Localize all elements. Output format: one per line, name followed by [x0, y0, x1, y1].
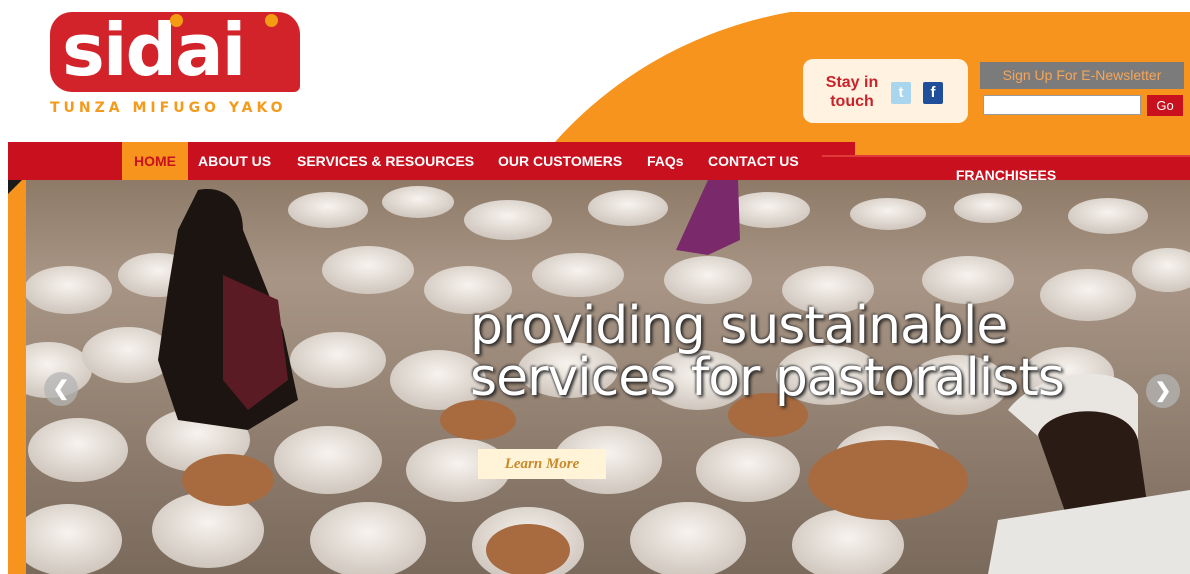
logo-wordmark: sidai: [62, 8, 246, 92]
stay-in-touch-panel: Stay in touch t f: [803, 59, 968, 123]
newsletter-go-button[interactable]: Go: [1147, 95, 1183, 116]
learn-more-button[interactable]: Learn More: [478, 449, 606, 479]
site-logo[interactable]: sidai TUNZA MIFUGO YAKO: [50, 8, 300, 122]
twitter-icon[interactable]: t: [891, 82, 911, 104]
hero-headline-line-2: services for pastoralists: [470, 348, 1065, 408]
hero-accent-bar: [8, 180, 26, 574]
newsletter-email-input[interactable]: [983, 95, 1141, 115]
nav-item-about-us[interactable]: ABOUT US: [198, 142, 271, 180]
nav-item-our-customers[interactable]: OUR CUSTOMERS: [498, 142, 622, 180]
hero-headline-line-1: providing sustainable: [470, 296, 1008, 356]
stay-in-touch-label: Stay in touch: [825, 74, 879, 110]
logo-dot: [170, 14, 183, 27]
nav-item-contact-us[interactable]: CONTACT US: [708, 142, 799, 180]
arrow-left-icon[interactable]: ❮: [44, 372, 78, 406]
nav-item-home[interactable]: HOME: [122, 142, 188, 180]
hero-corner: [8, 180, 22, 194]
hero-headline: providing sustainable services for pasto…: [470, 300, 1090, 404]
logo-tagline: TUNZA MIFUGO YAKO: [50, 100, 287, 116]
newsletter-signup-button[interactable]: Sign Up For E-Newsletter: [980, 62, 1184, 89]
main-nav: HOME ABOUT US SERVICES & RESOURCES OUR C…: [8, 142, 855, 180]
logo-dot: [265, 14, 278, 27]
facebook-icon[interactable]: f: [923, 82, 943, 104]
nav-item-services-resources[interactable]: SERVICES & RESOURCES: [297, 142, 474, 180]
nav-item-faqs[interactable]: FAQs: [647, 142, 684, 180]
arrow-right-icon[interactable]: ❯: [1146, 374, 1180, 408]
